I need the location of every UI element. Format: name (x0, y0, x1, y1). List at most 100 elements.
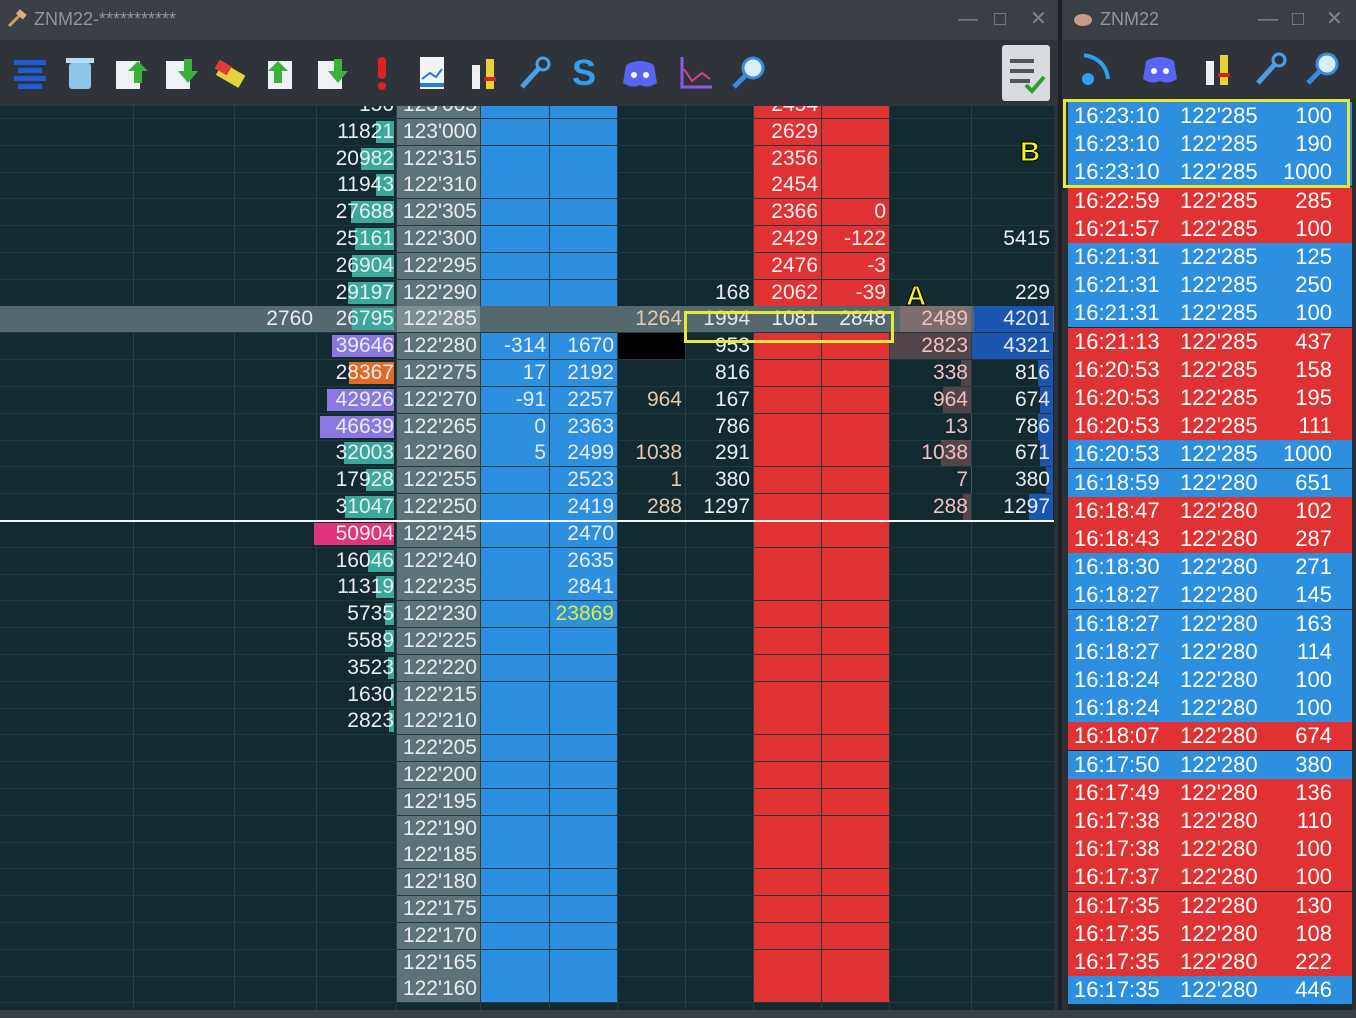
column-fill (822, 360, 889, 386)
dom-ladder[interactable]: 156123'005 2454 11821 123'000 2629 20982 122'3… (0, 106, 1054, 1010)
minimize-button[interactable]: — (958, 8, 978, 30)
tape-row[interactable]: 16:18:27 122'280 163 (1068, 609, 1352, 638)
dom-row[interactable]: 156123'005 2454 (0, 106, 1054, 119)
tape-time: 16:20:53 (1074, 413, 1160, 439)
tools-icon[interactable] (464, 53, 504, 93)
tape-row[interactable]: 16:22:59 122'285 285 (1068, 186, 1352, 215)
export-up-icon[interactable] (262, 53, 302, 93)
dom-row[interactable]: 122'165 (0, 949, 1054, 977)
tools-icon[interactable] (1198, 49, 1238, 89)
dom-row[interactable]: 122'195 (0, 788, 1054, 816)
column-fill (822, 520, 889, 547)
tape-row[interactable]: 16:21:57 122'285 100 (1068, 214, 1352, 243)
dom-row[interactable]: 20982 122'315 2356 (0, 145, 1054, 173)
dom-row[interactable]: 46639 122'265 0 2363 786 13 786 (0, 413, 1054, 441)
maximize-button[interactable]: □ (994, 8, 1006, 30)
left-toolbar: S (0, 40, 1058, 106)
tape-row[interactable]: 16:18:24 122'280 100 (1068, 694, 1352, 723)
tape-row[interactable]: 16:17:35 122'280 222 (1068, 948, 1352, 976)
time-and-sales-list[interactable]: 16:23:10 122'285 100 16:23:10 122'285 190 16:2… (1068, 102, 1352, 1010)
dom-row[interactable]: 5589 122'225 (0, 628, 1054, 655)
magnifier-icon[interactable] (1302, 49, 1342, 89)
magnifier-icon[interactable] (728, 53, 768, 93)
trash-icon[interactable] (60, 53, 100, 93)
tape-row[interactable]: 16:17:35 122'280 446 (1068, 976, 1352, 1005)
left-titlebar[interactable]: ZNM22-*********** — □ ✕ (0, 0, 1058, 40)
sound-icon[interactable] (1076, 49, 1116, 89)
column-fill (550, 628, 617, 654)
tape-row[interactable]: 16:18:30 122'280 271 (1068, 553, 1352, 582)
dom-row[interactable]: 17928 122'255 2523 1 380 7 380 (0, 467, 1054, 495)
tape-row[interactable]: 16:17:49 122'280 136 (1068, 778, 1352, 807)
close-button[interactable]: ✕ (1030, 8, 1047, 30)
dom-row[interactable]: 122'170 (0, 922, 1054, 950)
tape-row[interactable]: 16:18:43 122'280 287 (1068, 525, 1352, 553)
dom-row[interactable]: 122'160 (0, 976, 1054, 1004)
tape-row[interactable]: 16:17:35 122'280 108 (1068, 919, 1352, 948)
right-titlebar[interactable]: ZNM22 — □ ✕ (1062, 0, 1356, 40)
dom-row[interactable]: 122'200 (0, 762, 1054, 789)
bid-trades-cell: 964 (646, 387, 682, 411)
minimize-button[interactable]: — (1258, 8, 1278, 30)
dom-row[interactable]: 31047 122'250 2419 288 1297 288 1297 (0, 494, 1054, 521)
tape-row[interactable]: 16:21:13 122'285 437 (1068, 327, 1352, 356)
tape-row[interactable]: 16:18:27 122'280 114 (1068, 637, 1352, 666)
tape-row[interactable]: 16:21:31 122'285 250 (1068, 271, 1352, 300)
tape-row[interactable]: 16:17:50 122'280 380 (1068, 750, 1352, 779)
dom-row[interactable]: 122'205 (0, 735, 1054, 763)
tape-row[interactable]: 16:21:31 122'285 100 (1068, 299, 1352, 328)
dom-row[interactable]: 29197 122'290 168 2062 -39 229 (0, 279, 1054, 307)
tape-row[interactable]: 16:20:53 122'285 1000 (1068, 440, 1352, 469)
eraser-icon[interactable] (212, 53, 252, 93)
tape-row[interactable]: 16:18:07 122'280 674 (1068, 722, 1352, 751)
dom-row[interactable]: 1630 122'215 (0, 681, 1054, 709)
tape-row[interactable]: 16:18:59 122'280 651 (1068, 468, 1352, 497)
tape-row[interactable]: 16:21:31 122'285 125 (1068, 243, 1352, 271)
tape-row[interactable]: 16:17:38 122'280 100 (1068, 835, 1352, 864)
dom-row[interactable]: 11319 122'235 2841 (0, 574, 1054, 602)
close-button[interactable]: ✕ (1326, 8, 1343, 30)
dom-row[interactable]: 11821 123'000 2629 (0, 118, 1054, 146)
dom-row[interactable]: 28367 122'275 17 2192 816 338 816 (0, 360, 1054, 387)
tape-row[interactable]: 16:17:38 122'280 110 (1068, 807, 1352, 835)
tape-row[interactable]: 16:17:37 122'280 100 (1068, 863, 1352, 892)
dom-row[interactable]: 122'185 (0, 842, 1054, 870)
dom-row[interactable]: 39646 122'280 -314 1670 953 2823 4321 (0, 333, 1054, 361)
wrench-icon[interactable] (1250, 49, 1290, 89)
dom-row[interactable]: 26904 122'295 2476 -3 (0, 252, 1054, 280)
dom-row[interactable]: 16046 122'240 2635 (0, 547, 1054, 575)
tape-row[interactable]: 16:18:47 122'280 102 (1068, 496, 1352, 525)
tape-row[interactable]: 16:20:53 122'285 195 (1068, 384, 1352, 412)
dom-row[interactable]: 5735 122'230 23869 (0, 601, 1054, 629)
dom-row[interactable]: 122'180 (0, 869, 1054, 897)
dom-row[interactable]: 50904 122'245 2470 (0, 520, 1054, 548)
tape-row[interactable]: 16:20:53 122'285 158 (1068, 355, 1352, 384)
chart-icon[interactable] (676, 53, 716, 93)
tape-row[interactable]: 16:20:53 122'285 111 (1068, 412, 1352, 441)
import-up-icon[interactable] (110, 53, 150, 93)
document-icon[interactable] (412, 53, 452, 93)
import-down-icon[interactable] (160, 53, 200, 93)
wrench-icon[interactable] (514, 53, 554, 93)
alert-icon[interactable] (362, 53, 402, 93)
dom-row[interactable]: 2823 122'210 (0, 708, 1054, 736)
tape-row[interactable]: 16:17:35 122'280 130 (1068, 891, 1352, 920)
discord-icon[interactable] (1140, 49, 1180, 89)
export-down-icon[interactable] (312, 53, 352, 93)
dom-row[interactable]: 122'190 (0, 815, 1054, 843)
tape-row[interactable]: 16:18:24 122'280 100 (1068, 666, 1352, 694)
dom-row[interactable]: 122'175 (0, 896, 1054, 923)
stack-icon[interactable] (10, 53, 50, 93)
dom-row[interactable]: 25161 122'300 2429 -122 5415 (0, 226, 1054, 253)
dom-row[interactable]: 11943 122'310 2454 (0, 172, 1054, 200)
dom-row[interactable]: 3523 122'220 (0, 654, 1054, 682)
tape-row[interactable]: 16:18:27 122'280 145 (1068, 581, 1352, 610)
s-logo-icon[interactable]: S (564, 52, 604, 93)
checklist-icon[interactable] (1002, 45, 1050, 101)
dom-row[interactable]: 42926 122'270 -91 2257 964 167 964 674 (0, 386, 1054, 414)
maximize-button[interactable]: □ (1292, 8, 1304, 30)
dom-row[interactable]: 27688 122'305 2366 0 (0, 199, 1054, 227)
discord-icon[interactable] (620, 53, 660, 93)
dom-row[interactable]: 32003 122'260 5 2499 1038 291 1038 671 (0, 440, 1054, 468)
dom-row[interactable]: 2760 26795 122'285 1264 1994 1081 2848 2489 4201 (0, 306, 1054, 334)
